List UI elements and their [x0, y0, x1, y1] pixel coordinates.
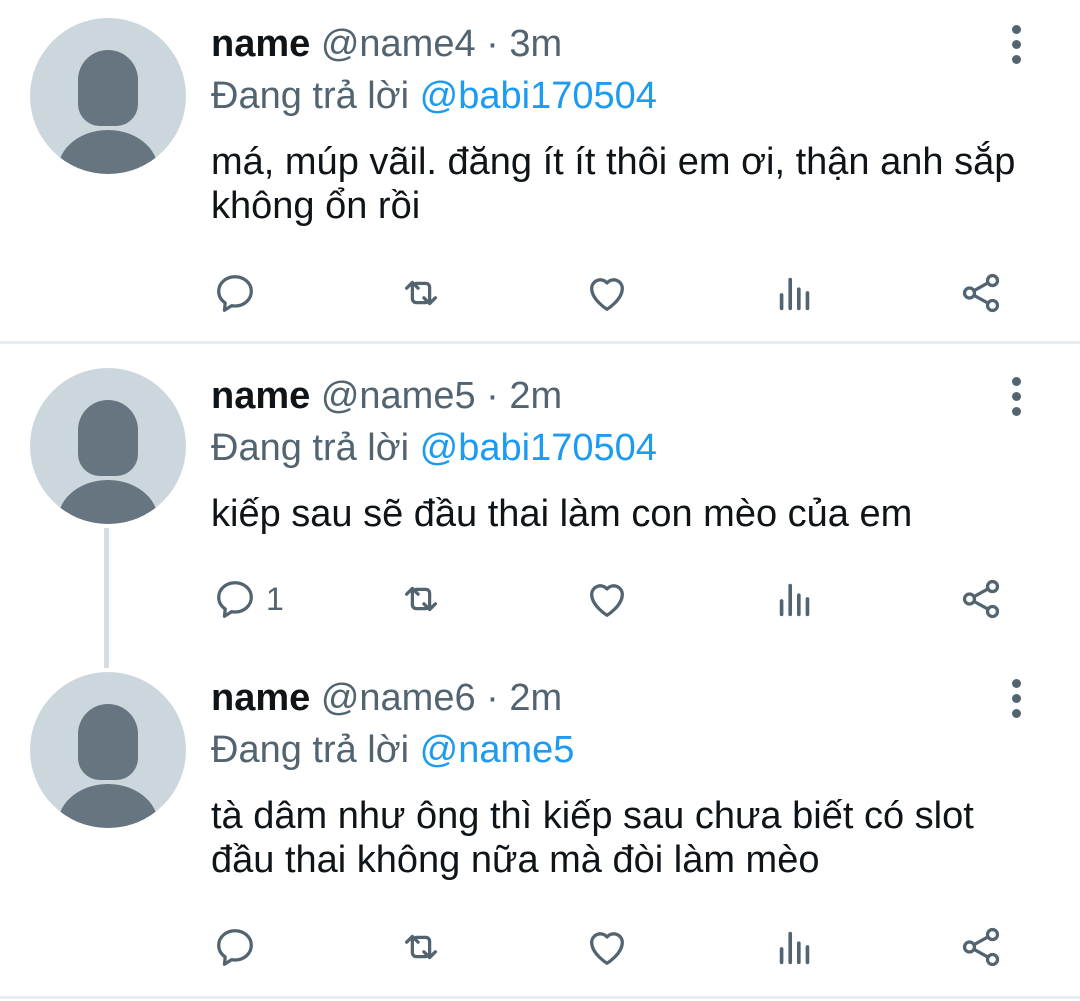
like-button[interactable]	[584, 268, 630, 318]
replying-to: Đang trả lời @babi170504	[211, 426, 657, 470]
retweet-button[interactable]	[398, 922, 444, 972]
heart-icon	[590, 932, 624, 965]
handle[interactable]: @name5	[321, 375, 476, 417]
reply-button[interactable]	[212, 268, 266, 318]
tweet-header: name @name5 · 2m	[211, 374, 562, 418]
reply-icon	[217, 581, 253, 618]
like-button[interactable]	[584, 574, 630, 624]
display-name[interactable]: name	[211, 375, 310, 417]
avatar[interactable]	[30, 368, 186, 524]
timestamp[interactable]: · 2m	[486, 375, 562, 417]
share-icon	[962, 273, 1000, 313]
retweet-icon	[404, 934, 438, 960]
reply-button[interactable]	[212, 922, 266, 972]
retweet-button[interactable]	[398, 268, 444, 318]
avatar[interactable]	[30, 672, 186, 828]
reply-icon	[217, 929, 253, 966]
retweet-icon	[404, 586, 438, 612]
more-options-icon[interactable]	[1002, 374, 1030, 418]
retweet-icon	[404, 280, 438, 306]
share-button[interactable]	[958, 574, 1004, 624]
analytics-icon	[779, 931, 810, 965]
analytics-button[interactable]	[772, 574, 818, 624]
mention-link[interactable]: @babi170504	[420, 427, 657, 469]
tweet-header: name @name4 · 3m	[211, 22, 562, 66]
analytics-icon	[779, 277, 810, 311]
analytics-button[interactable]	[772, 922, 818, 972]
tweet-text: má, múp vãil. đăng ít ít thôi em ơi, thậ…	[211, 141, 1016, 227]
retweet-button[interactable]	[398, 574, 444, 624]
avatar[interactable]	[30, 18, 186, 174]
display-name[interactable]: name	[211, 677, 310, 719]
handle[interactable]: @name4	[321, 23, 476, 65]
reply-icon	[217, 275, 253, 312]
more-options-icon[interactable]	[1002, 676, 1030, 720]
replying-label: Đang trả lời	[211, 729, 410, 771]
tweet[interactable]: name @name4 · 3m Đang trả lời @babi17050…	[0, 0, 1080, 340]
tweet-header: name @name6 · 2m	[211, 676, 562, 720]
more-options-icon[interactable]	[1002, 22, 1030, 66]
share-button[interactable]	[958, 922, 1004, 972]
heart-icon	[590, 278, 624, 311]
replying-to: Đang trả lời @babi170504	[211, 74, 657, 118]
replying-label: Đang trả lời	[211, 75, 410, 117]
tweet[interactable]: name @name6 · 2m Đang trả lời @name5 tà …	[0, 650, 1080, 995]
like-button[interactable]	[584, 922, 630, 972]
heart-icon	[590, 584, 624, 617]
replying-to: Đang trả lời @name5	[211, 728, 574, 772]
timestamp[interactable]: · 2m	[486, 677, 562, 719]
tweet[interactable]: name @name5 · 2m Đang trả lời @babi17050…	[0, 344, 1080, 650]
timestamp[interactable]: · 3m	[486, 23, 562, 65]
reply-button[interactable]: 1	[212, 574, 284, 624]
share-icon	[962, 579, 1000, 619]
analytics-button[interactable]	[772, 268, 818, 318]
mention-link[interactable]: @babi170504	[420, 75, 657, 117]
replying-label: Đang trả lời	[211, 427, 410, 469]
analytics-icon	[779, 583, 810, 617]
tweet-text: kiếp sau sẽ đầu thai làm con mèo của em	[211, 493, 913, 535]
reply-count: 1	[266, 580, 284, 617]
mention-link[interactable]: @name5	[420, 729, 575, 771]
tweet-text: tà dâm như ông thì kiếp sau chưa biết có…	[211, 795, 974, 881]
handle[interactable]: @name6	[321, 677, 476, 719]
share-button[interactable]	[958, 268, 1004, 318]
divider	[0, 996, 1080, 999]
share-icon	[962, 927, 1000, 967]
display-name[interactable]: name	[211, 23, 310, 65]
